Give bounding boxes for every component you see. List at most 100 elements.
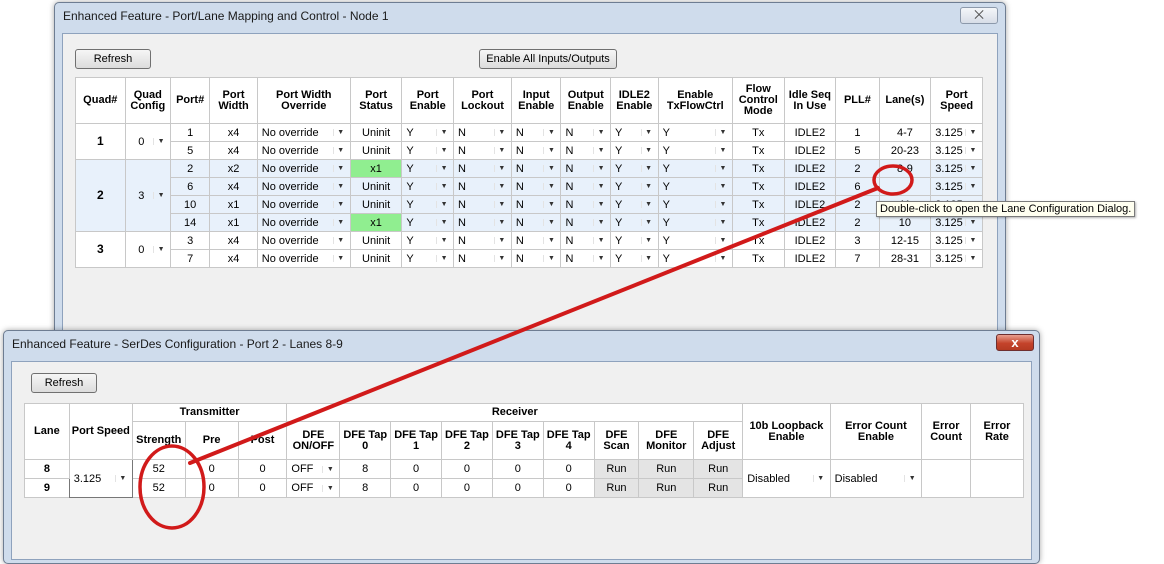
port-speed-select[interactable]: 3.125▼ — [930, 141, 983, 160]
port-width-override-select[interactable]: No override ▼ — [256, 249, 351, 268]
lanes-cell[interactable]: 20-23 — [878, 141, 932, 160]
lanes-cell[interactable] — [878, 177, 932, 196]
input-enable-select[interactable]: N ▼ — [510, 231, 562, 250]
dfe-tap3-cell[interactable]: 0 — [491, 478, 544, 498]
quad-config-select[interactable]: 0 ▼ — [124, 123, 172, 160]
dfe-tap1-cell[interactable]: 0 — [390, 478, 443, 498]
dfe-tap0-cell[interactable]: 8 — [339, 459, 392, 479]
port-speed-select[interactable]: 3.125▼ — [930, 249, 983, 268]
port-speed-select[interactable]: 3.125▼ — [930, 177, 983, 196]
idle2-enable-select[interactable]: Y ▼ — [610, 231, 659, 250]
refresh-button[interactable]: Refresh — [31, 373, 97, 393]
pre-cell[interactable]: 0 — [184, 459, 239, 479]
port-enable-select[interactable]: Y ▼ — [401, 141, 455, 160]
input-enable-select[interactable]: N ▼ — [510, 249, 562, 268]
quad-config-select[interactable]: 0 ▼ — [124, 231, 172, 268]
port-speed-select[interactable]: 3.125▼ — [930, 159, 983, 178]
dfe-scan-button[interactable]: Run — [593, 478, 640, 498]
refresh-button[interactable]: Refresh — [75, 49, 151, 69]
port-speed-select[interactable]: 3.125▼ — [68, 459, 133, 498]
txflowctrl-select[interactable]: Y ▼ — [657, 141, 733, 160]
port-enable-select[interactable]: Y ▼ — [401, 195, 455, 214]
port-lockout-select[interactable]: N ▼ — [453, 141, 512, 160]
output-enable-select[interactable]: N ▼ — [560, 231, 612, 250]
table-row[interactable]: 2 3 ▼ 2 x2 No override ▼ x1 Y ▼ N ▼ N ▼ N ▼ Y ▼ Y ▼ Tx IDLE2 2… — [75, 159, 983, 232]
pre-cell[interactable]: 0 — [184, 478, 239, 498]
input-enable-select[interactable]: N ▼ — [510, 195, 562, 214]
port-width-override-select[interactable]: No override ▼ — [256, 123, 351, 142]
output-enable-select[interactable]: N ▼ — [560, 195, 612, 214]
dfe-scan-button[interactable]: Run — [593, 459, 640, 479]
idle2-enable-select[interactable]: Y ▼ — [610, 213, 659, 232]
txflowctrl-select[interactable]: Y ▼ — [657, 231, 733, 250]
post-cell[interactable]: 0 — [237, 478, 288, 498]
dfe-adjust-button[interactable]: Run — [693, 478, 744, 498]
dfe-monitor-button[interactable]: Run — [638, 459, 695, 479]
port-width-override-select[interactable]: No override ▼ — [256, 231, 351, 250]
port-enable-select[interactable]: Y ▼ — [401, 249, 455, 268]
txflowctrl-select[interactable]: Y ▼ — [657, 177, 733, 196]
dfe-onoff-select[interactable]: OFF ▼ — [286, 459, 341, 479]
strength-cell[interactable]: 52 — [131, 478, 186, 498]
output-enable-select[interactable]: N ▼ — [560, 123, 612, 142]
port-width-override-select[interactable]: No override ▼ — [256, 141, 351, 160]
post-cell[interactable]: 0 — [237, 459, 288, 479]
idle2-enable-select[interactable]: Y ▼ — [610, 123, 659, 142]
txflowctrl-select[interactable]: Y ▼ — [657, 249, 733, 268]
port-speed-select[interactable]: 3.125▼ — [930, 231, 983, 250]
port-lockout-select[interactable]: N ▼ — [453, 249, 512, 268]
port-width-override-select[interactable]: No override ▼ — [256, 159, 351, 178]
dfe-onoff-select[interactable]: OFF ▼ — [286, 478, 341, 498]
table-row[interactable]: 10 x1 No override ▼ Uninit Y ▼ N ▼ N ▼ N ▼ Y ▼ Y ▼ Tx IDLE… — [76, 195, 983, 214]
port-enable-select[interactable]: Y ▼ — [401, 231, 455, 250]
txflowctrl-select[interactable]: Y ▼ — [657, 123, 733, 142]
idle2-enable-select[interactable]: Y ▼ — [610, 249, 659, 268]
dfe-tap0-cell[interactable]: 8 — [339, 478, 392, 498]
port-enable-select[interactable]: Y ▼ — [401, 123, 455, 142]
port-width-override-select[interactable]: No override ▼ — [256, 195, 351, 214]
close-button[interactable]: x — [996, 334, 1034, 351]
dfe-tap4-cell[interactable]: 0 — [542, 459, 595, 479]
input-enable-select[interactable]: N ▼ — [510, 123, 562, 142]
output-enable-select[interactable]: N ▼ — [560, 213, 612, 232]
lanes-cell[interactable]: 4-7 — [878, 123, 932, 142]
table-row[interactable]: 1 0 ▼ 1 x4 No override ▼ Uninit Y ▼ N ▼ N ▼ N ▼ Y ▼ Y ▼ Tx ID… — [75, 123, 983, 160]
port-lockout-select[interactable]: N ▼ — [453, 195, 512, 214]
idle2-enable-select[interactable]: Y ▼ — [610, 177, 659, 196]
table-row[interactable]: 3 0 ▼ 3 x4 No override ▼ Uninit Y ▼ N ▼ N ▼ N ▼ Y ▼ Y ▼ Tx ID… — [75, 231, 983, 268]
input-enable-select[interactable]: N ▼ — [510, 159, 562, 178]
table-row[interactable]: 6 x4 No override ▼ Uninit Y ▼ N ▼ N ▼ N ▼ Y ▼ Y ▼ Tx IDLE2… — [76, 177, 983, 196]
output-enable-select[interactable]: N ▼ — [560, 249, 612, 268]
port-lockout-select[interactable]: N ▼ — [453, 177, 512, 196]
strength-cell[interactable]: 52 — [131, 459, 186, 479]
port-lockout-select[interactable]: N ▼ — [453, 231, 512, 250]
table-row[interactable]: 5 x4 No override ▼ Uninit Y ▼ N ▼ N ▼ N ▼ Y ▼ Y ▼ Tx IDLE2… — [76, 141, 983, 160]
input-enable-select[interactable]: N ▼ — [510, 177, 562, 196]
txflowctrl-select[interactable]: Y ▼ — [657, 213, 733, 232]
dfe-tap3-cell[interactable]: 0 — [491, 459, 544, 479]
port-enable-select[interactable]: Y ▼ — [401, 213, 455, 232]
port-enable-select[interactable]: Y ▼ — [401, 159, 455, 178]
quad-config-select[interactable]: 3 ▼ — [124, 159, 172, 232]
port-width-override-select[interactable]: No override ▼ — [256, 213, 351, 232]
table-row[interactable]: 7 x4 No override ▼ Uninit Y ▼ N ▼ N ▼ N ▼ Y ▼ Y ▼ Tx IDLE2… — [76, 249, 983, 268]
port-enable-select[interactable]: Y ▼ — [401, 177, 455, 196]
lanes-cell[interactable]: 8-9 — [878, 159, 932, 178]
idle2-enable-select[interactable]: Y ▼ — [610, 141, 659, 160]
dfe-tap1-cell[interactable]: 0 — [390, 459, 443, 479]
output-enable-select[interactable]: N ▼ — [560, 177, 612, 196]
port-speed-select[interactable]: 3.125▼ — [930, 123, 983, 142]
enable-all-io-button[interactable]: Enable All Inputs/Outputs — [479, 49, 617, 69]
lanes-cell[interactable]: 28-31 — [878, 249, 932, 268]
txflowctrl-select[interactable]: Y ▼ — [657, 159, 733, 178]
input-enable-select[interactable]: N ▼ — [510, 141, 562, 160]
loopback-select[interactable]: Disabled ▼ — [742, 459, 831, 498]
port-lockout-select[interactable]: N ▼ — [453, 213, 512, 232]
dfe-adjust-button[interactable]: Run — [693, 459, 744, 479]
idle2-enable-select[interactable]: Y ▼ — [610, 195, 659, 214]
table-row[interactable]: 14 x1 No override ▼ x1 Y ▼ N ▼ N ▼ N ▼ Y ▼ Y ▼ Tx IDLE2 2 10… — [76, 213, 983, 232]
close-button[interactable]: ⨉ — [960, 7, 998, 24]
error-count-enable-select[interactable]: Disabled ▼ — [829, 459, 923, 498]
idle2-enable-select[interactable]: Y ▼ — [610, 159, 659, 178]
dfe-tap2-cell[interactable]: 0 — [441, 459, 493, 479]
